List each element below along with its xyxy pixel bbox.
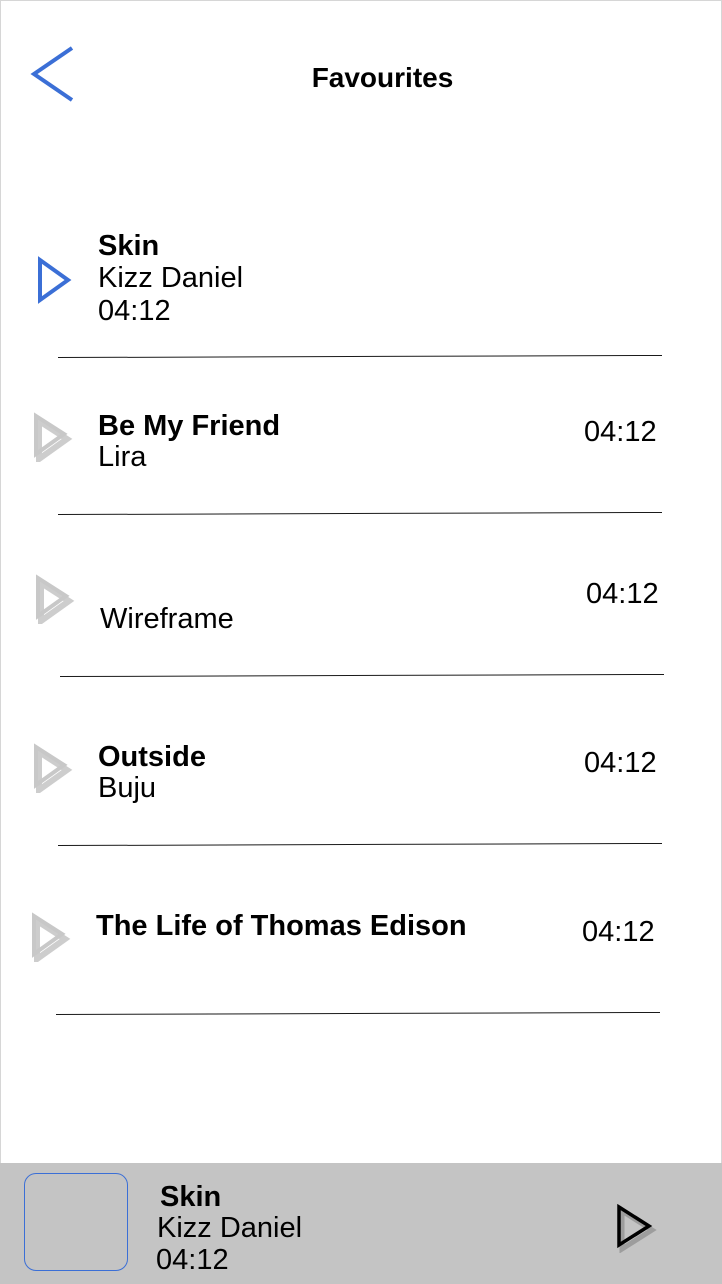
song-duration: 04:12 bbox=[98, 295, 171, 327]
play-icon[interactable] bbox=[32, 412, 74, 462]
song-title: Be My Friend bbox=[98, 410, 281, 442]
song-duration: 04:12 bbox=[582, 916, 655, 948]
play-icon[interactable] bbox=[30, 912, 72, 962]
play-icon bbox=[617, 1203, 657, 1254]
now-playing-artist: Kizz Daniel bbox=[157, 1212, 303, 1244]
album-art bbox=[24, 1173, 128, 1271]
song-artist: Lira bbox=[98, 441, 147, 473]
play-icon[interactable] bbox=[34, 574, 76, 624]
now-playing-play-button[interactable] bbox=[612, 1203, 658, 1258]
now-playing-title: Skin bbox=[160, 1181, 222, 1213]
page-title: Favourites bbox=[311, 62, 454, 93]
song-artist: Wireframe bbox=[100, 603, 234, 635]
screen-frame bbox=[0, 0, 722, 1284]
now-playing-bar[interactable]: Skin Kizz Daniel 04:12 bbox=[0, 1163, 722, 1284]
song-title: Outside bbox=[98, 741, 206, 773]
now-playing-duration: 04:12 bbox=[156, 1244, 229, 1276]
song-artist: Buju bbox=[98, 772, 157, 804]
song-duration: 04:12 bbox=[584, 416, 657, 448]
song-duration: 04:12 bbox=[586, 578, 659, 610]
song-artist: Kizz Daniel bbox=[98, 262, 244, 294]
song-title: The Life of Thomas Edison bbox=[96, 910, 467, 942]
song-duration: 04:12 bbox=[584, 747, 657, 779]
play-icon[interactable] bbox=[32, 743, 74, 793]
song-title: Skin bbox=[98, 230, 160, 262]
play-icon[interactable] bbox=[36, 256, 76, 304]
